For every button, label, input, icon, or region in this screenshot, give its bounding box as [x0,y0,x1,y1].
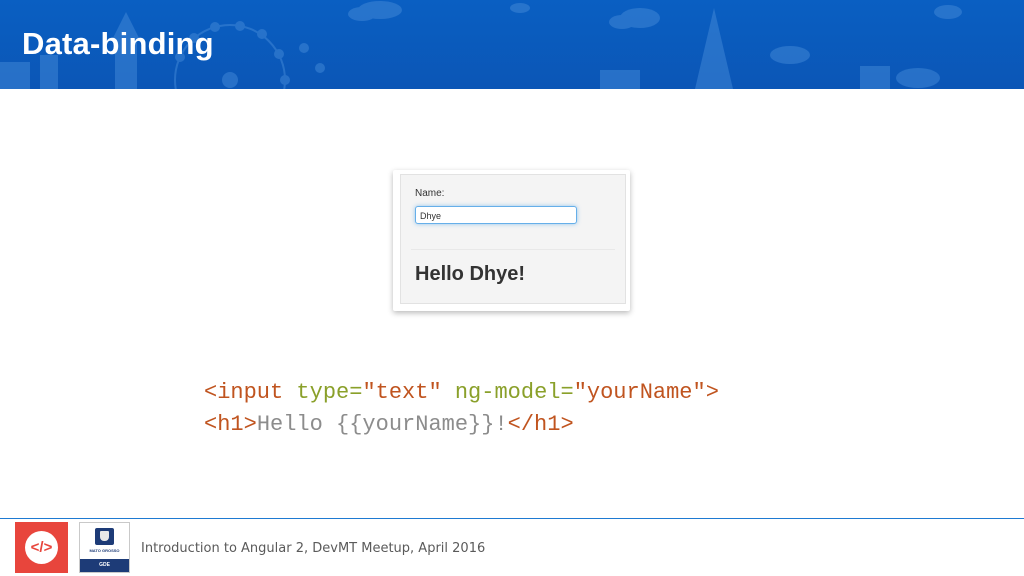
shield-icon [95,528,114,545]
demo-divider [411,249,615,250]
code-h1-open: <h1> [204,412,257,437]
name-input[interactable]: Dhye [415,206,577,224]
code-tag-close: > [705,380,719,405]
code-value-text: "text" [362,380,442,405]
name-label: Name: [415,188,445,199]
code-brackets-icon: </> [15,522,68,573]
gde-bar: GDE [80,559,129,572]
code-line-input: <input type="text" ng-model="yourName"> [204,380,719,405]
code-h1-close: </h1> [507,412,574,437]
hello-output: Hello Dhye! [415,263,526,285]
demo-screenshot: Name: Dhye Hello Dhye! [400,174,626,304]
slide-title: Data-binding [22,26,214,61]
code-line-h1: <h1>Hello {{yourName}}!</h1> [204,412,574,437]
code-attr-type: type= [296,380,363,405]
code-value-yourname: "yourName" [573,380,706,405]
code-attr-ngmodel: ng-model= [454,380,574,405]
gde-name: MATO GROSSO [89,548,120,553]
code-brackets-glyph: </> [25,531,58,564]
gde-emblem-icon: MATO GROSSO GDE [79,522,130,573]
code-h1-text: Hello {{yourName}}! [256,412,508,437]
footer-divider [0,518,1024,519]
footer-caption: Introduction to Angular 2, DevMT Meetup,… [141,541,486,556]
header-banner: Data-binding [0,0,1024,89]
code-tag-open: <input [204,380,297,405]
